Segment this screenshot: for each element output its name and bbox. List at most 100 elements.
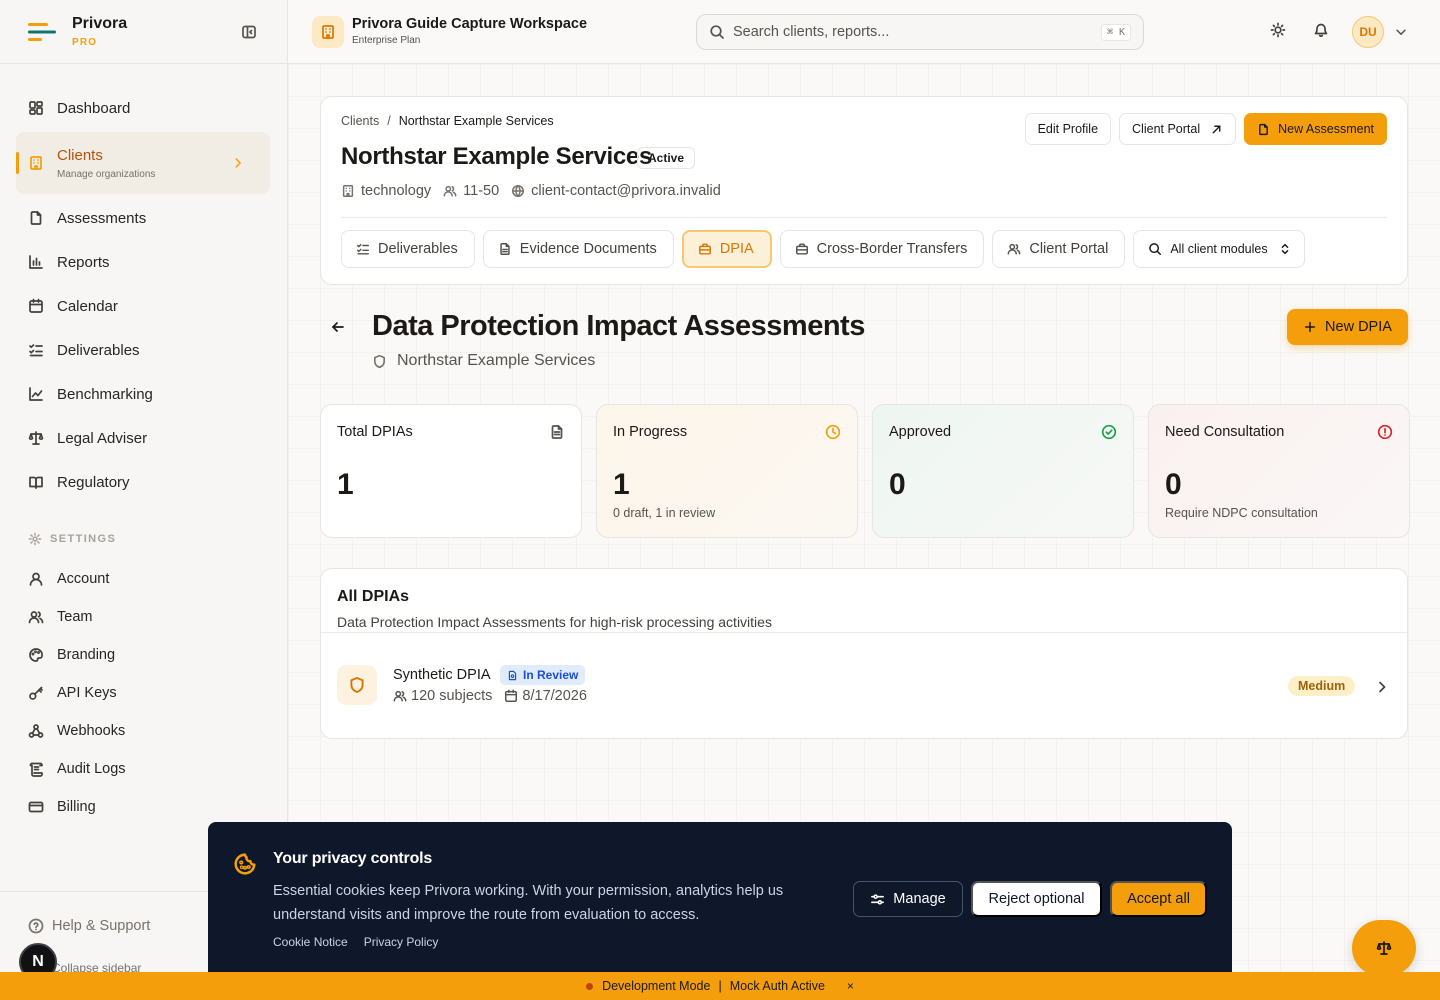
sidebar-item-calendar[interactable]: Calendar	[16, 284, 270, 328]
gear-icon	[28, 532, 42, 546]
client-size: 11-50	[463, 183, 500, 199]
workspace-title[interactable]: Privora Guide Capture Workspace	[352, 16, 587, 32]
help-circle-icon	[28, 918, 44, 934]
cookie-title: Your privacy controls	[273, 850, 433, 867]
help-support-link[interactable]: Help & Support	[28, 918, 150, 934]
user-avatar[interactable]: DU	[1352, 16, 1384, 48]
sidebar-item-billing[interactable]: Billing	[16, 788, 270, 826]
tab-deliverables[interactable]: Deliverables	[341, 230, 475, 268]
stat-label: Need Consultation	[1165, 424, 1285, 440]
sidebar-item-account[interactable]: Account	[16, 560, 270, 598]
privora-logo-icon	[28, 22, 56, 41]
workspace-icon[interactable]	[312, 16, 344, 48]
file-icon	[30, 211, 42, 225]
new-assessment-button[interactable]: New Assessment	[1244, 113, 1387, 145]
status-badge-label: In Review	[523, 668, 579, 682]
sidebar-item-benchmarking[interactable]: Benchmarking	[16, 372, 270, 416]
tab-cross-border-transfers[interactable]: Cross-Border Transfers	[779, 230, 985, 268]
back-arrow-icon[interactable]	[330, 319, 346, 335]
client-email: client-contact@privora.invalid	[531, 183, 721, 199]
sidebar-item-label: Benchmarking	[57, 385, 153, 403]
new-dpia-button[interactable]: New DPIA	[1287, 309, 1408, 345]
dev-mode-bar: Development Mode | Mock Auth Active ×	[0, 972, 1440, 1000]
list-check-icon	[357, 243, 369, 255]
list-item[interactable]: Synthetic DPIA In Review 120 subjects 8/…	[321, 633, 1407, 739]
users-icon	[28, 611, 44, 624]
line-chart-icon	[29, 387, 43, 401]
edit-profile-button[interactable]: Edit Profile	[1024, 113, 1112, 145]
stat-note: Require NDPC consultation	[1165, 506, 1318, 520]
sidebar-item-team[interactable]: Team	[16, 598, 270, 636]
legal-adviser-fab[interactable]	[1352, 920, 1416, 976]
alert-circle-icon	[1377, 424, 1393, 440]
tab-dpia[interactable]: DPIA	[681, 230, 772, 268]
sidebar-item-deliverables[interactable]: Deliverables	[16, 328, 270, 372]
sidebar-item-dashboard[interactable]: Dashboard	[16, 86, 270, 130]
sidebar-toggle-icon[interactable]	[241, 24, 257, 40]
webhook-icon	[28, 724, 44, 738]
chevron-down-icon[interactable]	[1394, 25, 1408, 39]
sidebar-item-audit-logs[interactable]: Audit Logs	[16, 750, 270, 788]
dev-bar-separator: |	[718, 979, 722, 993]
settings-label: SETTINGS	[50, 533, 117, 545]
tab-evidence-documents[interactable]: Evidence Documents	[482, 230, 674, 268]
bar-chart-icon	[29, 255, 43, 269]
client-meta: technology 11-50 client-contact@privora.…	[341, 183, 733, 199]
dashboard-icon	[29, 101, 43, 115]
mock-auth-label: Mock Auth Active	[729, 979, 825, 993]
page-subtitle: Northstar Example Services	[372, 352, 595, 370]
search-icon	[1149, 243, 1162, 255]
bell-icon[interactable]	[1313, 22, 1329, 38]
dpia-name: Synthetic DPIA	[393, 667, 491, 683]
breadcrumb: Clients / Northstar Example Services	[341, 114, 554, 128]
client-module-select[interactable]: All client modules	[1133, 230, 1305, 268]
search-input[interactable]	[733, 24, 1101, 40]
client-tabs: Deliverables Evidence Documents DPIA Cro…	[341, 230, 1305, 268]
users-icon	[1007, 243, 1021, 255]
privacy-policy-link[interactable]: Privacy Policy	[364, 935, 439, 949]
sidebar-item-reports[interactable]: Reports	[16, 240, 270, 284]
theme-toggle-icon[interactable]	[1270, 22, 1286, 38]
tab-label: Client Portal	[1029, 241, 1109, 257]
sidebar-item-webhooks[interactable]: Webhooks	[16, 712, 270, 750]
breadcrumb-clients[interactable]: Clients	[341, 114, 379, 128]
user-icon	[29, 572, 43, 586]
dpia-date: 8/17/2026	[522, 688, 587, 704]
sliders-icon	[871, 893, 885, 905]
close-icon[interactable]: ×	[847, 979, 854, 993]
chevron-right-icon[interactable]	[1374, 679, 1390, 695]
search-box[interactable]: ⌘ K	[696, 14, 1144, 50]
accept-all-button[interactable]: Accept all	[1110, 881, 1207, 917]
manage-cookies-button[interactable]: Manage	[853, 881, 963, 917]
brand[interactable]: Privora PRO	[0, 0, 287, 64]
reject-optional-button[interactable]: Reject optional	[971, 881, 1102, 917]
sidebar-item-label: Dashboard	[57, 99, 131, 117]
sidebar-item-regulatory[interactable]: Regulatory	[16, 460, 270, 504]
cookie-links: Cookie Notice Privacy Policy	[273, 935, 438, 949]
dpia-meta: 120 subjects 8/17/2026	[393, 688, 599, 704]
globe-icon	[512, 185, 525, 197]
scroll-icon	[29, 762, 43, 777]
sidebar-item-assessments[interactable]: Assessments	[16, 196, 270, 240]
workspace-plan: Enterprise Plan	[352, 35, 421, 46]
credit-card-icon	[28, 801, 44, 813]
cookie-notice-link[interactable]: Cookie Notice	[273, 935, 348, 949]
client-name: Northstar Example Services	[341, 143, 653, 170]
sidebar-item-api-keys[interactable]: API Keys	[16, 674, 270, 712]
tab-client-portal[interactable]: Client Portal	[992, 230, 1126, 268]
sidebar-item-label: Clients	[57, 146, 103, 164]
tab-label: DPIA	[719, 241, 754, 257]
sidebar-item-legal-adviser[interactable]: Legal Adviser	[16, 416, 270, 460]
stat-value: 1	[613, 468, 630, 501]
dpia-icon	[337, 665, 377, 705]
building-icon	[322, 25, 334, 39]
sidebar-item-clients[interactable]: Clients Manage organizations	[16, 132, 270, 194]
stat-value: 1	[337, 468, 354, 501]
chevrons-up-down-icon	[1281, 243, 1288, 255]
page-subtitle-text: Northstar Example Services	[397, 352, 596, 369]
client-portal-button[interactable]: Client Portal	[1119, 113, 1237, 145]
sidebar-item-branding[interactable]: Branding	[16, 636, 270, 674]
scale-icon	[28, 431, 44, 445]
calendar-icon	[505, 689, 518, 702]
dev-mode-label: Development Mode	[602, 979, 711, 993]
